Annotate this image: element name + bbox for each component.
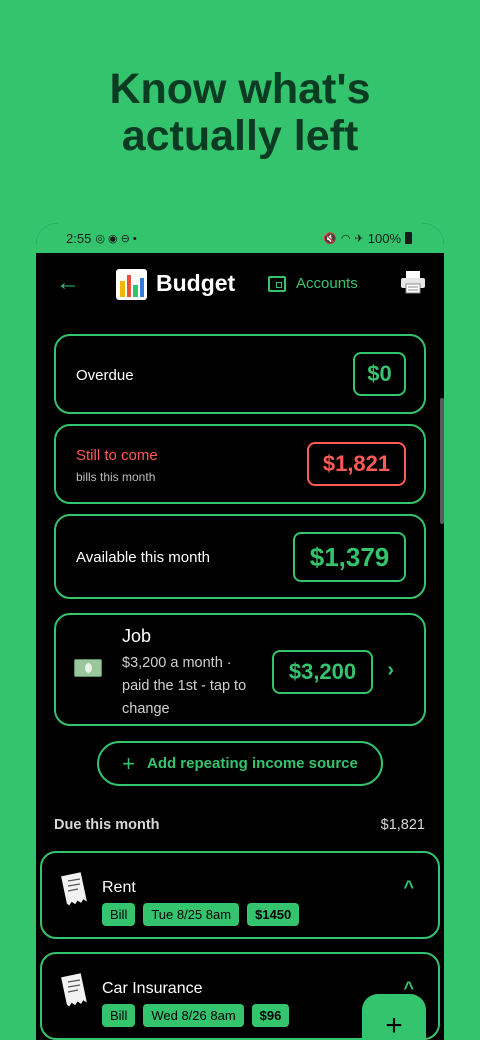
still-to-come-sublabel: bills this month xyxy=(76,470,156,484)
add-income-button[interactable]: + Add repeating income source xyxy=(97,741,383,786)
airplane-icon: ✈ xyxy=(354,232,364,245)
job-income-card[interactable]: Job $3,200 a month · paid the 1st - tap … xyxy=(54,613,426,726)
page-title: Budget xyxy=(156,270,236,296)
notification-icons: ◎ ◉ ⊖ • xyxy=(95,232,137,245)
due-this-month-total: $1,821 xyxy=(380,817,425,833)
promo-headline: Know what's actually left xyxy=(0,66,480,160)
phone-screen: 2:55 ◎ ◉ ⊖ • 🔇 ◠ ✈ 100% ← Budget Account… xyxy=(36,223,444,1040)
still-to-come-label: Still to come xyxy=(76,447,158,464)
bill-item-rent[interactable]: Rent Bill Tue 8/25 8am $1450 ^ xyxy=(40,851,440,939)
scrollbar[interactable] xyxy=(440,398,444,524)
bill-type-chip: Bill xyxy=(102,903,136,926)
chevron-up-icon[interactable]: ^ xyxy=(403,877,414,898)
add-income-label: Add repeating income source xyxy=(146,755,358,772)
available-label: Available this month xyxy=(76,549,210,566)
mute-icon: 🔇 xyxy=(323,232,337,245)
status-bar: 2:55 ◎ ◉ ⊖ • 🔇 ◠ ✈ 100% xyxy=(36,223,444,253)
money-icon xyxy=(74,659,102,677)
app-bar: ← Budget Accounts xyxy=(36,253,444,315)
accounts-button[interactable]: Accounts xyxy=(268,275,358,292)
chevron-right-icon[interactable]: › xyxy=(387,659,394,682)
promo-line-2: actually left xyxy=(121,112,359,160)
bill-name: Rent xyxy=(102,879,136,896)
status-time: 2:55 xyxy=(66,230,92,246)
overdue-card[interactable]: Overdue $0 xyxy=(54,334,426,414)
available-card[interactable]: Available this month $1,379 xyxy=(54,514,426,599)
bill-date-chip: Wed 8/26 8am xyxy=(143,1004,244,1027)
plus-icon: + xyxy=(385,1009,403,1040)
printer-icon[interactable] xyxy=(400,269,426,295)
receipt-icon xyxy=(61,973,87,1007)
bill-amount-chip: $96 xyxy=(251,1004,290,1027)
battery-icon xyxy=(405,232,412,244)
accounts-label: Accounts xyxy=(296,275,358,292)
overdue-label: Overdue xyxy=(76,367,134,384)
bill-type-chip: Bill xyxy=(102,1004,136,1027)
promo-line-1: Know what's xyxy=(109,65,371,113)
job-amount: $3,200 xyxy=(272,650,373,694)
bill-amount-chip: $1450 xyxy=(247,903,300,926)
job-description: $3,200 a month · paid the 1st - tap to c… xyxy=(122,655,247,717)
available-amount: $1,379 xyxy=(293,532,406,582)
job-title: Job xyxy=(122,626,152,646)
bill-date-chip: Tue 8/25 8am xyxy=(143,903,240,926)
budget-logo-icon xyxy=(116,269,147,300)
due-this-month-heading: Due this month xyxy=(54,817,160,833)
bill-name: Car Insurance xyxy=(102,980,203,997)
bill-chips: Bill Wed 8/26 8am $96 xyxy=(102,1004,290,1027)
overdue-amount: $0 xyxy=(353,352,406,396)
add-bill-fab[interactable]: + xyxy=(362,994,426,1040)
wifi-icon: ◠ xyxy=(340,232,351,245)
battery-level: 100% xyxy=(367,230,401,246)
bill-chips: Bill Tue 8/25 8am $1450 xyxy=(102,903,300,926)
still-to-come-amount: $1,821 xyxy=(307,442,406,486)
back-arrow-icon[interactable]: ← xyxy=(56,271,80,295)
still-to-come-card[interactable]: Still to come bills this month $1,821 xyxy=(54,424,426,504)
plus-icon: + xyxy=(122,750,135,776)
receipt-icon xyxy=(61,872,87,906)
wallet-icon xyxy=(268,275,286,292)
